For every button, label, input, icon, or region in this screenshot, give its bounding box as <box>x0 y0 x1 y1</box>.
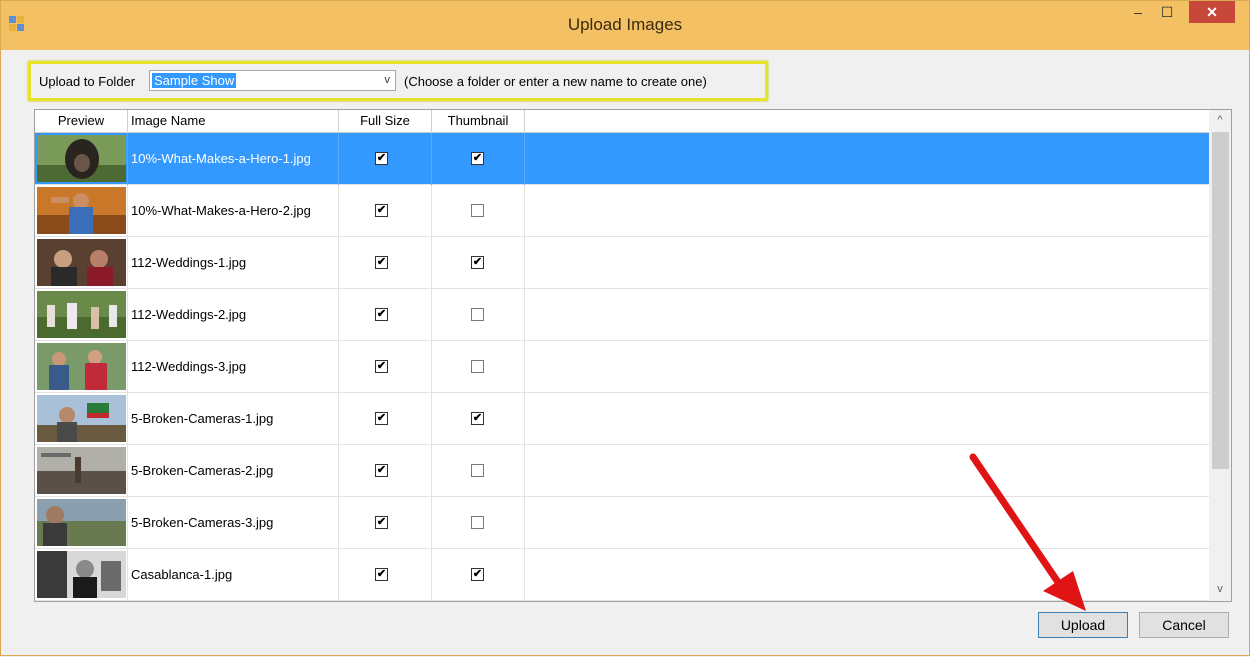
full-size-checkbox[interactable]: ✔ <box>375 360 388 373</box>
images-grid[interactable]: Preview Image Name Full Size Thumbnail 1… <box>34 109 1232 602</box>
title-bar[interactable]: Upload Images – ☐ ✕ <box>1 1 1249 50</box>
table-row[interactable]: 112-Weddings-3.jpg ✔ <box>35 341 1209 393</box>
preview-image <box>37 343 126 390</box>
preview-image <box>37 239 126 286</box>
column-header-thumbnail[interactable]: Thumbnail <box>432 110 525 132</box>
upload-images-dialog: Upload Images – ☐ ✕ Upload to Folder Sam… <box>0 0 1250 656</box>
window-title: Upload Images <box>567 15 683 34</box>
column-header-image-name[interactable]: Image Name <box>128 110 339 132</box>
image-name: 5-Broken-Cameras-2.jpg <box>131 463 274 478</box>
thumbnail-checkbox[interactable]: ✔ <box>471 412 484 425</box>
full-size-checkbox[interactable]: ✔ <box>375 412 388 425</box>
table-row[interactable]: 10%-What-Makes-a-Hero-2.jpg ✔ <box>35 185 1209 237</box>
upload-to-folder-label: Upload to Folder <box>39 74 136 89</box>
full-size-checkbox[interactable]: ✔ <box>375 152 388 165</box>
preview-cell <box>35 341 128 393</box>
full-size-checkbox[interactable]: ✔ <box>375 256 388 269</box>
preview-cell <box>35 133 128 185</box>
preview-image <box>37 291 126 338</box>
preview-cell <box>35 445 128 497</box>
table-row[interactable]: 5-Broken-Cameras-3.jpg ✔ <box>35 497 1209 549</box>
column-header-preview[interactable]: Preview <box>35 110 128 132</box>
full-size-checkbox[interactable]: ✔ <box>375 308 388 321</box>
preview-cell <box>35 237 128 289</box>
preview-image <box>37 187 126 234</box>
full-size-checkbox[interactable]: ✔ <box>375 516 388 529</box>
folder-hint-text: (Choose a folder or enter a new name to … <box>404 74 707 89</box>
table-row[interactable]: 5-Broken-Cameras-2.jpg ✔ <box>35 445 1209 497</box>
full-size-checkbox[interactable]: ✔ <box>375 464 388 477</box>
thumbnail-checkbox[interactable] <box>471 516 484 529</box>
preview-image <box>37 551 126 598</box>
full-size-checkbox[interactable]: ✔ <box>375 204 388 217</box>
image-name: 112-Weddings-2.jpg <box>131 307 247 322</box>
table-row[interactable]: 112-Weddings-1.jpg ✔ ✔ <box>35 237 1209 289</box>
table-row[interactable]: Casablanca-1.jpg ✔ ✔ <box>35 549 1209 601</box>
scrollbar-thumb[interactable] <box>1212 132 1229 469</box>
upload-button[interactable]: Upload <box>1038 612 1128 638</box>
folder-combobox[interactable]: Sample Show v <box>149 70 396 91</box>
minimize-button[interactable]: – <box>1125 1 1151 23</box>
table-row[interactable]: 112-Weddings-2.jpg ✔ <box>35 289 1209 341</box>
thumbnail-checkbox[interactable]: ✔ <box>471 256 484 269</box>
thumbnail-checkbox[interactable] <box>471 204 484 217</box>
image-name: 5-Broken-Cameras-1.jpg <box>131 411 274 426</box>
vertical-scrollbar[interactable]: ^ v <box>1209 110 1231 601</box>
scroll-down-arrow-icon[interactable]: v <box>1209 583 1231 595</box>
preview-image <box>37 499 126 546</box>
preview-image <box>37 135 126 182</box>
chevron-down-icon[interactable]: v <box>385 74 391 86</box>
preview-image <box>37 395 126 442</box>
close-button[interactable]: ✕ <box>1189 1 1235 23</box>
image-name: 10%-What-Makes-a-Hero-2.jpg <box>131 203 311 218</box>
preview-cell <box>35 549 128 601</box>
thumbnail-checkbox[interactable] <box>471 464 484 477</box>
full-size-checkbox[interactable]: ✔ <box>375 568 388 581</box>
preview-image <box>37 447 126 494</box>
scroll-up-arrow-icon[interactable]: ^ <box>1209 114 1231 126</box>
preview-cell <box>35 497 128 549</box>
image-name: Casablanca-1.jpg <box>131 567 233 582</box>
image-name: 5-Broken-Cameras-3.jpg <box>131 515 274 530</box>
folder-combobox-value[interactable]: Sample Show <box>152 73 237 88</box>
image-name: 112-Weddings-3.jpg <box>131 359 247 374</box>
thumbnail-checkbox[interactable] <box>471 308 484 321</box>
maximize-button[interactable]: ☐ <box>1153 1 1181 23</box>
preview-cell <box>35 185 128 237</box>
column-header-full-size[interactable]: Full Size <box>339 110 432 132</box>
thumbnail-checkbox[interactable]: ✔ <box>471 152 484 165</box>
folder-selection-highlight: Upload to Folder Sample Show v (Choose a… <box>28 61 768 101</box>
image-name: 112-Weddings-1.jpg <box>131 255 247 270</box>
thumbnail-checkbox[interactable]: ✔ <box>471 568 484 581</box>
cancel-button[interactable]: Cancel <box>1139 612 1229 638</box>
preview-cell <box>35 289 128 341</box>
grid-header: Preview Image Name Full Size Thumbnail <box>35 110 1209 133</box>
table-row[interactable]: 5-Broken-Cameras-1.jpg ✔ ✔ <box>35 393 1209 445</box>
preview-cell <box>35 393 128 445</box>
table-row[interactable]: 10%-What-Makes-a-Hero-1.jpg ✔ ✔ <box>35 133 1209 185</box>
image-name: 10%-What-Makes-a-Hero-1.jpg <box>131 151 311 166</box>
thumbnail-checkbox[interactable] <box>471 360 484 373</box>
